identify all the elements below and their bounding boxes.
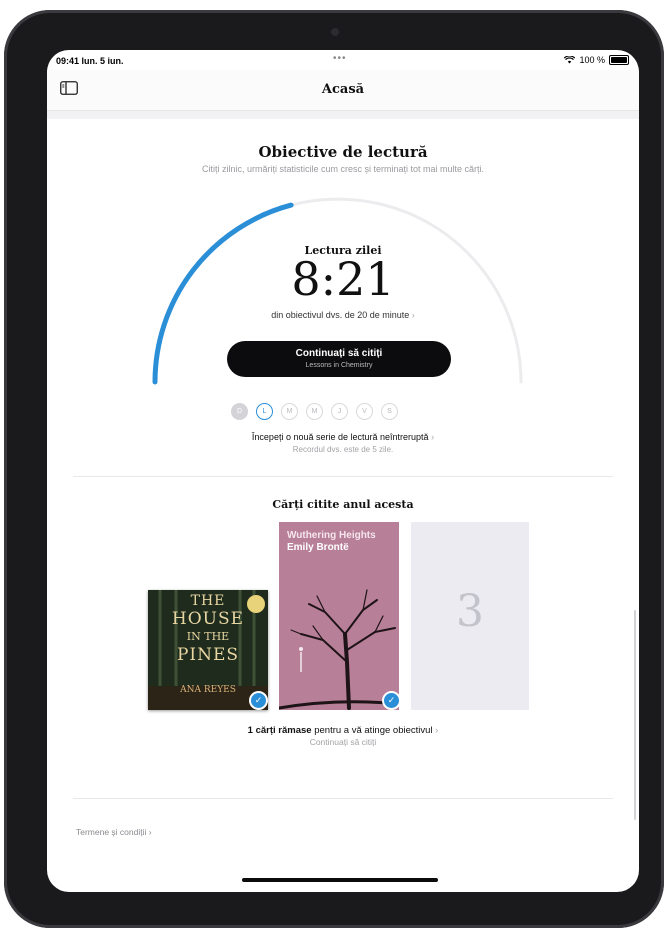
section-divider xyxy=(73,798,613,799)
continue-reading-label: Continuați să citiți xyxy=(295,348,383,359)
day-circle[interactable]: S xyxy=(381,403,398,420)
books-shelf: THE HOUSE IN THE PINES ANA REYES ✓ Wuthe… xyxy=(47,520,639,710)
book1-title-line: PINES xyxy=(176,645,240,665)
book1-author: ANA REYES xyxy=(180,685,236,695)
reading-goals-title: Obiective de lectură xyxy=(258,143,428,161)
book1-title-line: HOUSE xyxy=(171,609,245,629)
screen: 09:41 lun. 5 iun. ••• 100 % Acasă Obiect… xyxy=(47,50,639,892)
keep-reading-link[interactable]: Continuați să citiți xyxy=(47,737,639,747)
navigation-bar: Acasă xyxy=(47,70,639,111)
day-circle-today[interactable]: L xyxy=(256,403,273,420)
daily-goal-link[interactable]: din obiectivul dvs. de 20 de minute › xyxy=(47,310,639,320)
battery-icon xyxy=(609,55,629,65)
scrollbar[interactable] xyxy=(634,610,636,820)
daily-goal-text: din obiectivul dvs. de 20 de minute xyxy=(271,310,410,320)
streak-record: Recordul dvs. este de 5 zile. xyxy=(292,445,394,454)
chevron-right-icon: › xyxy=(148,827,152,837)
multitask-dots-icon[interactable]: ••• xyxy=(333,53,347,64)
header-separator xyxy=(47,111,639,119)
status-time: 09:41 lun. 5 iun. xyxy=(56,56,124,66)
book1-title-line: THE xyxy=(190,593,226,609)
streak-link[interactable]: Începeți o nouă serie de lectură neîntre… xyxy=(47,432,639,442)
books-remaining-text: pentru a vă atinge obiectivul xyxy=(314,725,433,736)
terms-text: Termene și condiții xyxy=(76,827,147,837)
section-divider xyxy=(73,476,613,477)
finished-checkmark-icon: ✓ xyxy=(249,691,268,710)
book1-title-line: IN THE xyxy=(186,630,230,643)
day-circle[interactable]: J xyxy=(331,403,348,420)
tree-illustration xyxy=(279,589,399,710)
battery-percent: 100 % xyxy=(579,55,605,65)
nav-title: Acasă xyxy=(321,82,365,97)
books-read-title: Cărți citite anul acesta xyxy=(272,498,414,511)
status-bar: 09:41 lun. 5 iun. ••• 100 % xyxy=(47,50,639,70)
weekday-streak: D L M M J V S xyxy=(231,403,398,420)
book-cover-wuthering-heights[interactable]: Wuthering Heights Emily Brontë ✓ xyxy=(279,522,399,710)
today-reading-time[interactable]: 8:21 xyxy=(47,256,639,302)
finished-checkmark-icon: ✓ xyxy=(382,691,399,710)
wifi-icon xyxy=(564,56,576,64)
continue-reading-book: Lessons in Chemistry xyxy=(305,362,373,369)
books-remaining-link[interactable]: 1 cărți rămase pentru a vă atinge obiect… xyxy=(47,725,639,736)
day-circle[interactable]: V xyxy=(356,403,373,420)
books-remaining-count: 1 cărți rămase xyxy=(247,725,312,736)
chevron-right-icon: › xyxy=(431,432,435,442)
day-circle[interactable]: M xyxy=(281,403,298,420)
front-camera xyxy=(331,28,339,36)
continue-reading-button[interactable]: Continuați să citiți Lessons in Chemistr… xyxy=(227,341,451,377)
day-circle[interactable]: D xyxy=(231,403,248,420)
chevron-right-icon: › xyxy=(435,725,439,736)
chevron-right-icon: › xyxy=(411,310,415,320)
reading-goals-subtitle: Citiți zilnic, urmăriți statisticile cum… xyxy=(201,164,485,174)
status-right: 100 % xyxy=(564,55,629,65)
book-placeholder-slot[interactable]: 3 xyxy=(411,522,529,710)
placeholder-number: 3 xyxy=(456,586,484,637)
terms-link[interactable]: Termene și condiții › xyxy=(76,827,152,837)
day-circle[interactable]: M xyxy=(306,403,323,420)
streak-text: Începeți o nouă serie de lectură neîntre… xyxy=(251,432,429,442)
home-indicator[interactable] xyxy=(242,878,438,882)
home-content: Obiective de lectură Citiți zilnic, urmă… xyxy=(47,120,639,892)
book-cover-house-in-the-pines[interactable]: THE HOUSE IN THE PINES ANA REYES ✓ xyxy=(148,590,268,710)
